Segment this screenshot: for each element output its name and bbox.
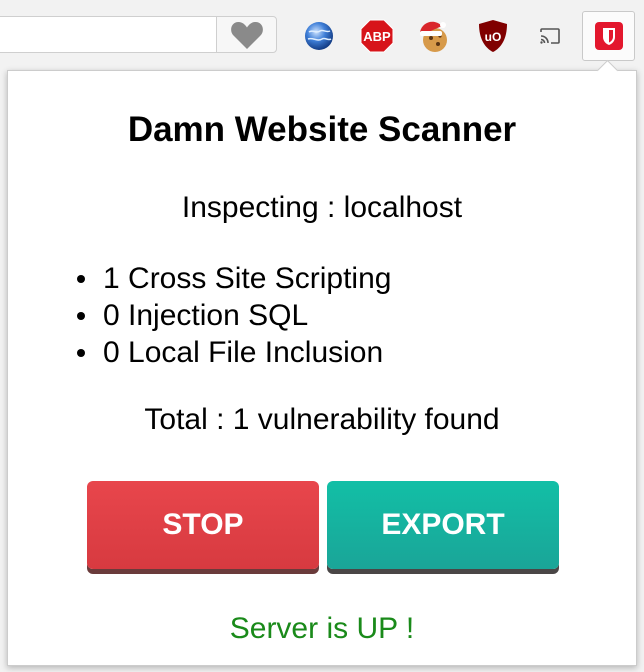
damn-scanner-shield-icon: [594, 22, 623, 50]
stop-button[interactable]: STOP: [87, 481, 319, 569]
inspecting-host: localhost: [343, 191, 463, 224]
browser-toolbar: ABP uO: [0, 0, 644, 72]
cast-icon: [540, 28, 560, 44]
total-count: 1: [232, 403, 250, 436]
extension-cookie-button[interactable]: [416, 18, 452, 54]
vulnerability-item-sqli: 0 Injection SQL: [74, 297, 391, 334]
url-bar[interactable]: [0, 16, 216, 53]
total-label: Total :: [144, 403, 233, 436]
svg-text:ABP: ABP: [363, 29, 391, 44]
bookmark-button[interactable]: [216, 16, 277, 53]
total-suffix: vulnerability found: [249, 403, 500, 436]
vulnerability-name: Injection SQL: [128, 299, 309, 332]
export-button[interactable]: EXPORT: [327, 481, 559, 569]
vulnerability-name: Cross Site Scripting: [128, 262, 392, 295]
ublock-origin-icon: uO: [479, 20, 507, 52]
vulnerability-list: 1 Cross Site Scripting 0 Injection SQL 0…: [74, 260, 391, 371]
extension-adblock-button[interactable]: ABP: [359, 18, 395, 54]
globe-icon: [305, 22, 333, 50]
extension-globe-button[interactable]: [301, 18, 337, 54]
vulnerability-name: Local File Inclusion: [128, 336, 384, 369]
inspecting-label: Inspecting :: [181, 191, 344, 224]
vulnerability-count: 0: [103, 336, 120, 369]
popup-title: Damn Website Scanner: [127, 110, 517, 149]
inspecting-line: Inspecting : localhost: [0, 191, 644, 225]
vulnerability-item-lfi: 0 Local File Inclusion: [74, 334, 391, 371]
extension-damn-scanner-button[interactable]: [582, 11, 635, 61]
adblock-plus-icon: ABP: [360, 19, 394, 53]
cookie-icon: [420, 21, 447, 52]
total-line: Total : 1 vulnerability found: [0, 403, 644, 437]
server-status: Server is UP !: [229, 612, 415, 645]
extension-ublock-button[interactable]: uO: [475, 18, 511, 54]
cast-button[interactable]: [532, 18, 568, 54]
heart-icon: [230, 21, 263, 49]
svg-text:uO: uO: [485, 30, 502, 44]
vulnerability-count: 0: [103, 299, 120, 332]
vulnerability-count: 1: [103, 262, 120, 295]
vulnerability-item-xss: 1 Cross Site Scripting: [74, 260, 391, 297]
